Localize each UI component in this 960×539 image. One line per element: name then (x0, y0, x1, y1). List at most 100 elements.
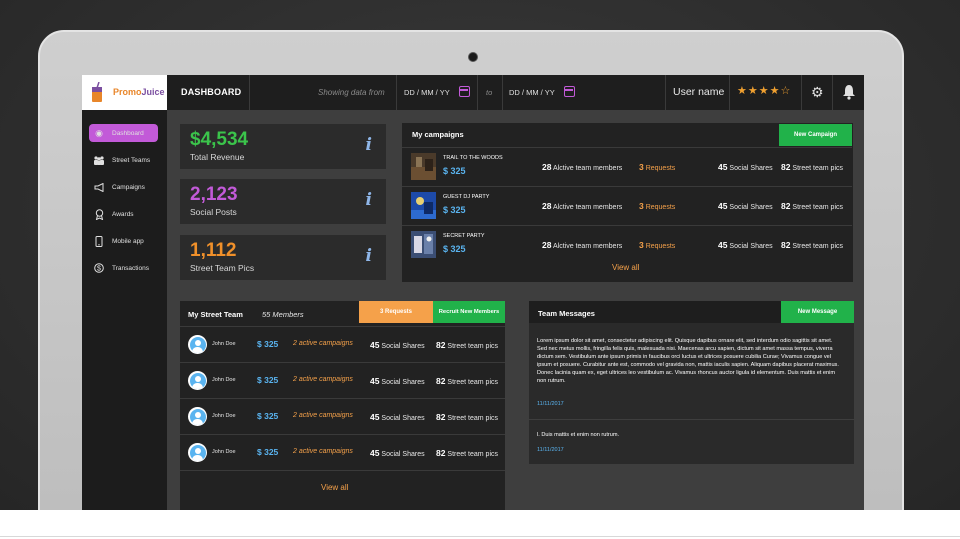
calendar-icon[interactable] (564, 86, 575, 97)
date-from-input[interactable]: DD / MM / YY (404, 88, 450, 97)
new-message-button[interactable]: New Message (781, 301, 854, 323)
campaign-thumbnail (411, 153, 436, 180)
member-name: John Doe (212, 377, 236, 383)
stat-value: 2,123 (190, 184, 238, 205)
member-campaigns[interactable]: 2 active campaigns (293, 412, 353, 419)
calendar-icon[interactable] (459, 86, 470, 97)
info-icon[interactable]: i (366, 246, 372, 266)
divider (180, 470, 505, 471)
sidebar: ◉ Dashboard Street Teams Campaigns Award… (82, 110, 167, 510)
new-campaign-button[interactable]: New Campaign (779, 124, 852, 146)
sidebar-item-label: Dashboard (112, 129, 144, 137)
star-filled-icon: ★★★★ (737, 85, 781, 97)
divider (529, 419, 854, 420)
campaign-row[interactable]: TRAIL TO THE WOODS $ 325 28 Alctive team… (402, 147, 852, 186)
logo[interactable]: PromoJuice (82, 75, 167, 110)
bottom-divider (0, 536, 960, 537)
stat-value: 1,112 (190, 240, 237, 261)
sidebar-item-campaigns[interactable]: Campaigns (89, 178, 158, 196)
stat-card-team-pics: 1,112 Street Team Pics i (180, 235, 386, 280)
campaign-price: $ 325 (443, 205, 466, 215)
gear-icon[interactable]: ⚙ (811, 85, 825, 99)
social-shares: 45 Social Shares (718, 201, 773, 211)
avatar (188, 371, 207, 390)
campaign-name: TRAIL TO THE WOODS (443, 155, 503, 161)
info-icon[interactable]: i (366, 135, 372, 155)
date-to-input[interactable]: DD / MM / YY (509, 88, 555, 97)
social-shares: 45 Social Shares (370, 376, 425, 386)
dollar-icon: $ (92, 263, 106, 273)
stat-card-social-posts: 2,123 Social Posts i (180, 179, 386, 224)
campaign-row[interactable]: GUEST DJ PARTY $ 325 28 Alctive team mem… (402, 186, 852, 225)
team-member-row[interactable]: John Doe $ 325 2 active campaigns 45 Soc… (180, 326, 505, 362)
bell-icon[interactable] (842, 84, 856, 100)
campaigns-panel: My campaigns New Campaign TRAIL TO THE W… (402, 123, 853, 282)
social-shares: 45 Social Shares (370, 448, 425, 458)
campaigns-title: My campaigns (412, 130, 464, 139)
team-pics: 82 Street team pics (781, 162, 843, 172)
social-shares: 45 Social Shares (718, 240, 773, 250)
team-pics: 82 Street team pics (781, 201, 843, 211)
member-count: 55 Members (262, 310, 304, 319)
campaign-name: GUEST DJ PARTY (443, 194, 490, 200)
star-empty-icon: ☆ (780, 85, 792, 97)
sidebar-item-transactions[interactable]: $ Transactions (89, 259, 158, 277)
messages-list: Lorem ipsum dolor sit amet, consectetur … (529, 323, 854, 464)
campaign-thumbnail (411, 231, 436, 258)
requests-count[interactable]: 3 Requests (639, 201, 675, 211)
bottom-band (0, 510, 960, 539)
team-pics: 82 Street team pics (436, 376, 498, 386)
message-text: Lorem ipsum dolor sit amet, consectetur … (537, 338, 839, 384)
view-all-campaigns-link[interactable]: View all (612, 263, 639, 272)
team-pics: 82 Street team pics (781, 240, 843, 250)
svg-text:$: $ (97, 266, 101, 273)
team-icon (92, 155, 106, 165)
avatar (188, 335, 207, 354)
megaphone-icon (92, 182, 106, 192)
team-member-row[interactable]: John Doe $ 325 2 active campaigns 45 Soc… (180, 434, 505, 470)
info-icon[interactable]: i (366, 190, 372, 210)
campaign-row[interactable]: SECRET PARTY $ 325 28 Alctive team membe… (402, 225, 852, 264)
member-earnings: $ 325 (257, 411, 279, 421)
sidebar-item-street-teams[interactable]: Street Teams (89, 151, 158, 169)
social-shares: 45 Social Shares (718, 162, 773, 172)
member-campaigns[interactable]: 2 active campaigns (293, 376, 353, 383)
member-earnings: $ 325 (257, 375, 279, 385)
team-member-row[interactable]: John Doe $ 325 2 active campaigns 45 Soc… (180, 398, 505, 434)
stat-label: Social Posts (190, 207, 237, 217)
member-campaigns[interactable]: 2 active campaigns (293, 340, 353, 347)
juice-cup-icon (92, 82, 102, 102)
view-all-team-link[interactable]: View all (321, 483, 348, 492)
member-campaigns[interactable]: 2 active campaigns (293, 448, 353, 455)
recruit-members-button[interactable]: Recruit New Members (433, 301, 505, 323)
street-team-panel: My Street Team 55 Members 3 Requests Rec… (180, 301, 505, 510)
logo-text: PromoJuice (113, 87, 165, 97)
dashboard-icon: ◉ (95, 127, 103, 138)
sidebar-item-label: Campaigns (112, 183, 145, 191)
divider (477, 75, 478, 110)
page-title: DASHBOARD (181, 87, 242, 97)
divider (729, 75, 730, 110)
requests-count[interactable]: 3 Requests (639, 240, 675, 250)
social-shares: 45 Social Shares (370, 340, 425, 350)
sidebar-item-awards[interactable]: Awards (89, 205, 158, 223)
team-pics: 82 Street team pics (436, 412, 498, 422)
requests-button[interactable]: 3 Requests (359, 301, 433, 323)
campaign-thumbnail (411, 192, 436, 219)
messages-title: Team Messages (538, 309, 595, 318)
campaign-price: $ 325 (443, 166, 466, 176)
sidebar-item-mobile-app[interactable]: Mobile app (89, 232, 158, 250)
date-to-label: to (486, 88, 493, 97)
sidebar-item-label: Mobile app (112, 237, 144, 245)
avatar (188, 407, 207, 426)
stat-label: Total Revenue (190, 152, 245, 162)
team-member-row[interactable]: John Doe $ 325 2 active campaigns 45 Soc… (180, 362, 505, 398)
stat-label: Street Team Pics (190, 263, 255, 273)
requests-count[interactable]: 3 Requests (639, 162, 675, 172)
campaign-name: SECRET PARTY (443, 233, 485, 239)
mobile-icon (92, 235, 106, 247)
social-shares: 45 Social Shares (370, 412, 425, 422)
active-members: 28 Alctive team members (542, 162, 623, 172)
sidebar-item-dashboard[interactable]: ◉ Dashboard (89, 124, 158, 142)
user-name[interactable]: User name (673, 86, 724, 98)
